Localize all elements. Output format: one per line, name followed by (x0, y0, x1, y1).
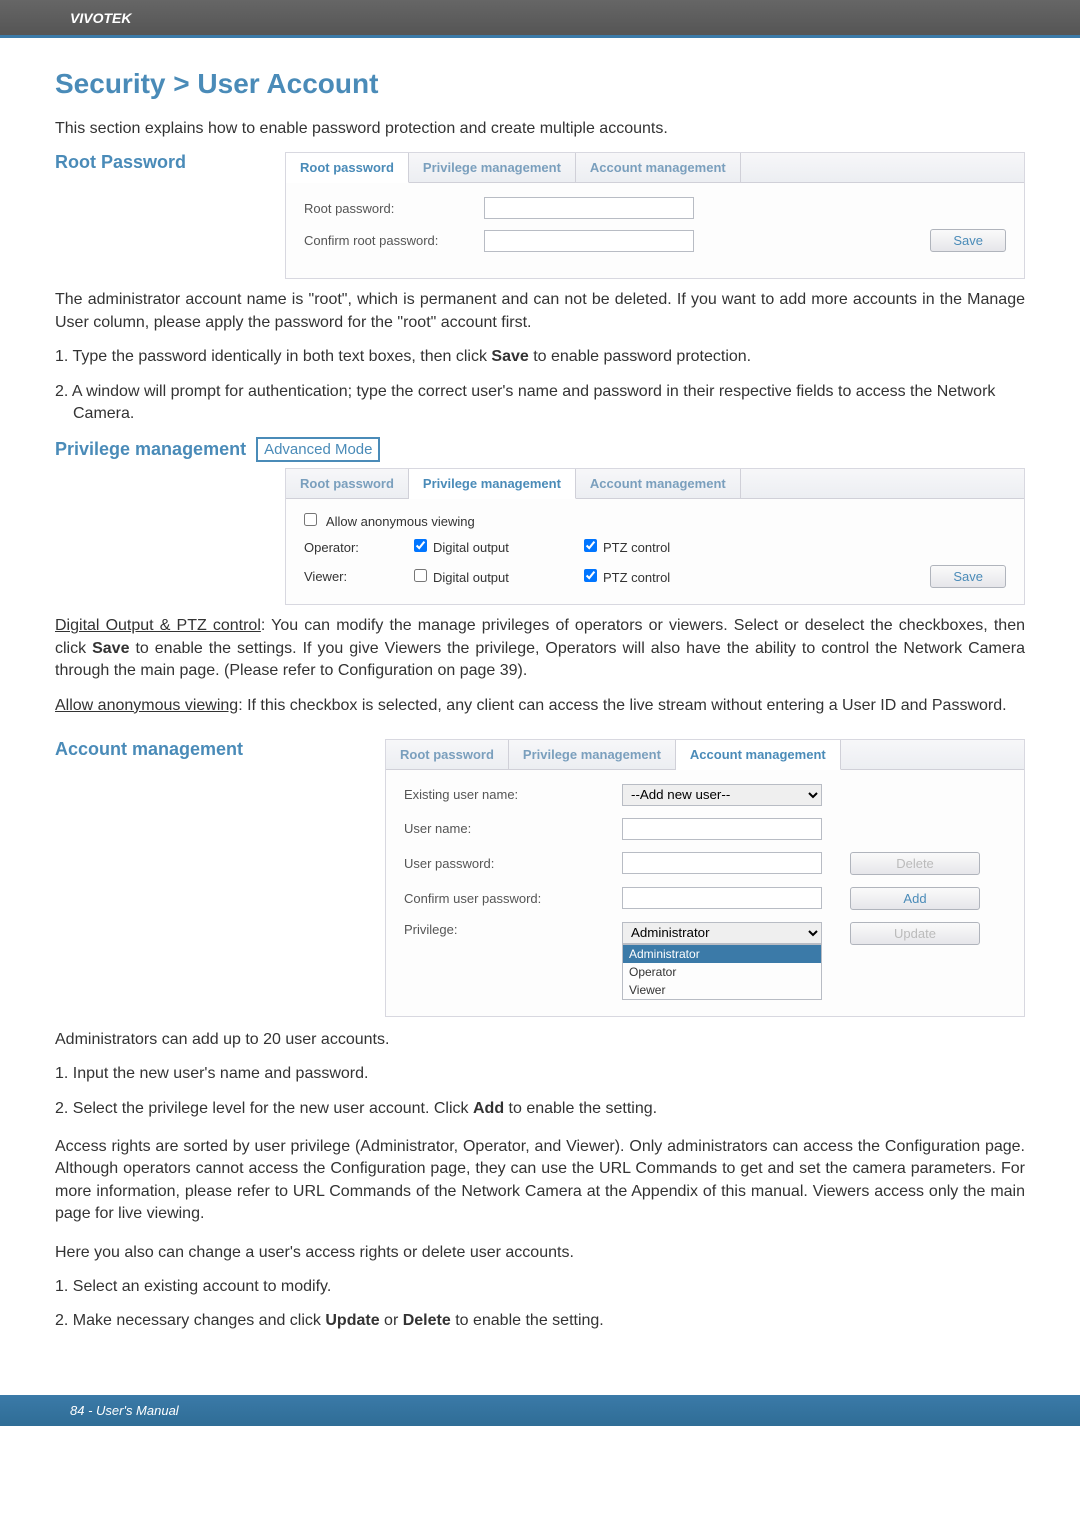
viewer-digital-output-checkbox[interactable] (414, 569, 427, 582)
page-content: Security > User Account This section exp… (0, 38, 1080, 1365)
tab-account-management[interactable]: Account management (576, 469, 741, 498)
tab-root-password[interactable]: Root password (386, 740, 509, 769)
tab-privilege-management[interactable]: Privilege management (409, 469, 576, 499)
allow-anonymous-desc: Allow anonymous viewing: If this checkbo… (55, 695, 1025, 717)
intro-text: This section explains how to enable pass… (55, 118, 1025, 140)
acct-access-rights-desc: Access rights are sorted by user privile… (55, 1136, 1025, 1226)
viewer-label: Viewer: (304, 569, 414, 584)
update-button[interactable]: Update (850, 922, 980, 945)
root-password-heading: Root Password (55, 152, 220, 173)
user-password-label: User password: (404, 856, 604, 871)
tab-account-management[interactable]: Account management (576, 153, 741, 182)
tab-account-management[interactable]: Account management (676, 740, 841, 770)
account-management-panel: Root password Privilege management Accou… (385, 739, 1025, 1017)
footer: 84 - User's Manual (0, 1395, 1080, 1426)
operator-label: Operator: (304, 540, 414, 555)
privilege-options-list[interactable]: Administrator Operator Viewer (622, 944, 822, 1000)
tab-privilege-management[interactable]: Privilege management (409, 153, 576, 182)
user-password-input[interactable] (622, 852, 822, 874)
existing-user-label: Existing user name: (404, 787, 604, 802)
root-password-step1: 1. Type the password identically in both… (55, 346, 1025, 368)
add-button[interactable]: Add (850, 887, 980, 910)
viewer-ptz-checkbox[interactable] (584, 569, 597, 582)
privilege-option-viewer[interactable]: Viewer (623, 981, 821, 999)
account-management-heading: Account management (55, 739, 305, 760)
tab-root-password[interactable]: Root password (286, 469, 409, 498)
header-bar: VIVOTEK (0, 0, 1080, 38)
tab-root-password[interactable]: Root password (286, 153, 409, 183)
root-password-step2: 2. A window will prompt for authenticati… (55, 381, 1025, 426)
advanced-mode-badge: Advanced Mode (256, 437, 380, 462)
root-password-desc: The administrator account name is "root"… (55, 289, 1025, 334)
root-password-panel: Root password Privilege management Accou… (285, 152, 1025, 279)
operator-digital-output-checkbox[interactable] (414, 539, 427, 552)
page-title: Security > User Account (55, 68, 1025, 100)
acct-step3: 1. Select an existing account to modify. (55, 1276, 1025, 1298)
operator-ptz-checkbox[interactable] (584, 539, 597, 552)
privilege-label: Privilege: (404, 922, 604, 937)
confirm-user-password-label: Confirm user password: (404, 891, 604, 906)
acct-step2: 2. Select the privilege level for the ne… (55, 1098, 1025, 1120)
acct-max-users: Administrators can add up to 20 user acc… (55, 1029, 1025, 1051)
privilege-option-operator[interactable]: Operator (623, 963, 821, 981)
brand-text: VIVOTEK (70, 10, 131, 26)
acct-step1: 1. Input the new user's name and passwor… (55, 1063, 1025, 1085)
acct-change-delete-desc: Here you also can change a user's access… (55, 1242, 1025, 1264)
allow-anonymous-checkbox[interactable] (304, 513, 317, 526)
save-button[interactable]: Save (930, 229, 1006, 252)
tabs: Root password Privilege management Accou… (286, 153, 1024, 183)
root-password-label: Root password: (304, 201, 474, 216)
root-password-input[interactable] (484, 197, 694, 219)
privilege-select[interactable]: Administrator (622, 922, 822, 944)
privilege-option-administrator[interactable]: Administrator (623, 945, 821, 963)
privilege-management-heading: Privilege management (55, 439, 246, 460)
digital-output-ptz-desc: Digital Output & PTZ control: You can mo… (55, 615, 1025, 682)
footer-text: 84 - User's Manual (70, 1403, 179, 1418)
existing-user-select[interactable]: --Add new user-- (622, 784, 822, 806)
confirm-root-password-label: Confirm root password: (304, 233, 474, 248)
delete-button[interactable]: Delete (850, 852, 980, 875)
confirm-root-password-input[interactable] (484, 230, 694, 252)
save-button[interactable]: Save (930, 565, 1006, 588)
confirm-user-password-input[interactable] (622, 887, 822, 909)
allow-anonymous-label: Allow anonymous viewing (326, 514, 475, 529)
user-name-input[interactable] (622, 818, 822, 840)
acct-step4: 2. Make necessary changes and click Upda… (55, 1310, 1025, 1332)
privilege-management-panel: Root password Privilege management Accou… (285, 468, 1025, 605)
user-name-label: User name: (404, 821, 604, 836)
tab-privilege-management[interactable]: Privilege management (509, 740, 676, 769)
